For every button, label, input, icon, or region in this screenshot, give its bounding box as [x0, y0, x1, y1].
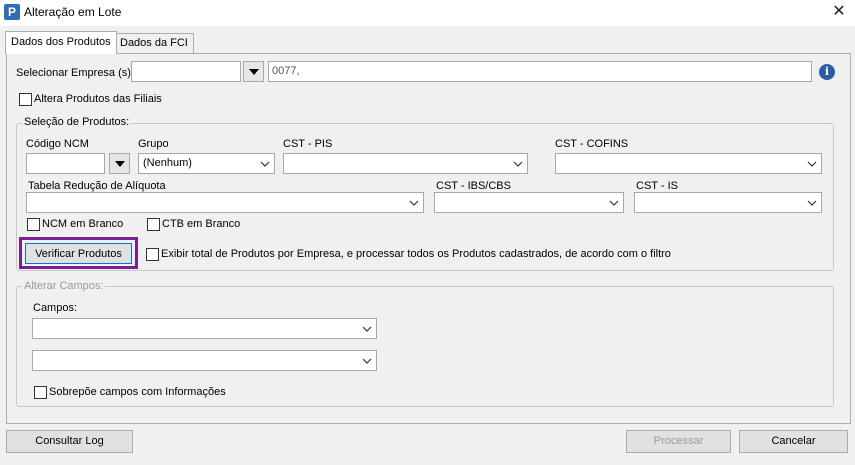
- chevron-down-icon: [807, 200, 817, 206]
- cst-pis-select[interactable]: [283, 153, 528, 174]
- filiais-checkbox[interactable]: [19, 93, 32, 106]
- sobrepoe-label: Sobrepõe campos com Informações: [49, 386, 226, 398]
- empresa-input[interactable]: [131, 61, 241, 82]
- selecao-group-title: Seleção de Produtos:: [22, 116, 132, 128]
- chevron-down-icon: [513, 161, 523, 167]
- cst-is-label: CST - IS: [636, 180, 678, 192]
- filiais-label: Altera Produtos das Filiais: [34, 93, 162, 105]
- exibir-total-checkbox[interactable]: [146, 248, 159, 261]
- cst-is-select[interactable]: [634, 192, 822, 213]
- tabela-label: Tabela Redução de Alíquota: [28, 180, 166, 192]
- chevron-down-icon: [362, 326, 372, 332]
- chevron-down-icon: [249, 69, 259, 75]
- chevron-down-icon: [609, 200, 619, 206]
- empresa-selected-field[interactable]: 0077,: [268, 61, 812, 82]
- ncm-branco-checkbox[interactable]: [27, 218, 40, 231]
- cst-ibs-select[interactable]: [434, 192, 624, 213]
- ncm-input[interactable]: [26, 153, 105, 174]
- window-title: Alteração em Lote: [24, 5, 122, 19]
- empresa-label: Selecionar Empresa (s):: [16, 67, 134, 79]
- tab-dados-produtos[interactable]: Dados dos Produtos: [5, 31, 117, 54]
- chevron-down-icon: [362, 358, 372, 364]
- close-icon[interactable]: ✕: [826, 1, 852, 23]
- processar-button[interactable]: Processar: [626, 430, 731, 453]
- grupo-select[interactable]: (Nenhum): [138, 153, 275, 174]
- empresa-dropdown-button[interactable]: [243, 61, 264, 82]
- campos-select-1[interactable]: [32, 318, 377, 339]
- cst-pis-label: CST - PIS: [283, 138, 333, 150]
- ctb-branco-label: CTB em Branco: [162, 218, 241, 230]
- cst-cofins-select[interactable]: [555, 153, 822, 174]
- title-bar: [0, 0, 855, 26]
- cst-ibs-label: CST - IBS/CBS: [436, 180, 511, 192]
- ctb-branco-checkbox[interactable]: [147, 218, 160, 231]
- ncm-dropdown-button[interactable]: [109, 153, 130, 174]
- grupo-label: Grupo: [138, 138, 169, 150]
- consultar-log-button[interactable]: Consultar Log: [6, 430, 133, 453]
- grupo-select-value: (Nenhum): [143, 157, 192, 169]
- ncm-label: Código NCM: [26, 138, 89, 150]
- chevron-down-icon: [409, 200, 419, 206]
- chevron-down-icon: [260, 161, 270, 167]
- ncm-branco-label: NCM em Branco: [42, 218, 124, 230]
- campos-label: Campos:: [33, 302, 78, 314]
- empresa-selected-text: 0077,: [272, 65, 300, 77]
- tabela-select[interactable]: [26, 192, 424, 213]
- verificar-produtos-button[interactable]: Verificar Produtos: [25, 243, 132, 264]
- chevron-down-icon: [115, 161, 125, 167]
- tab-dados-fci[interactable]: Dados da FCI: [114, 33, 194, 53]
- chevron-down-icon: [807, 161, 817, 167]
- info-icon[interactable]: i: [819, 64, 835, 80]
- app-icon: P: [4, 4, 20, 20]
- cancelar-button[interactable]: Cancelar: [739, 430, 848, 453]
- exibir-total-label: Exibir total de Produtos por Empresa, e …: [161, 248, 671, 260]
- campos-select-2[interactable]: [32, 350, 377, 371]
- alterar-group-title: Alterar Campos:: [22, 280, 106, 292]
- cst-cofins-label: CST - COFINS: [555, 138, 629, 150]
- sobrepoe-checkbox[interactable]: [34, 386, 47, 399]
